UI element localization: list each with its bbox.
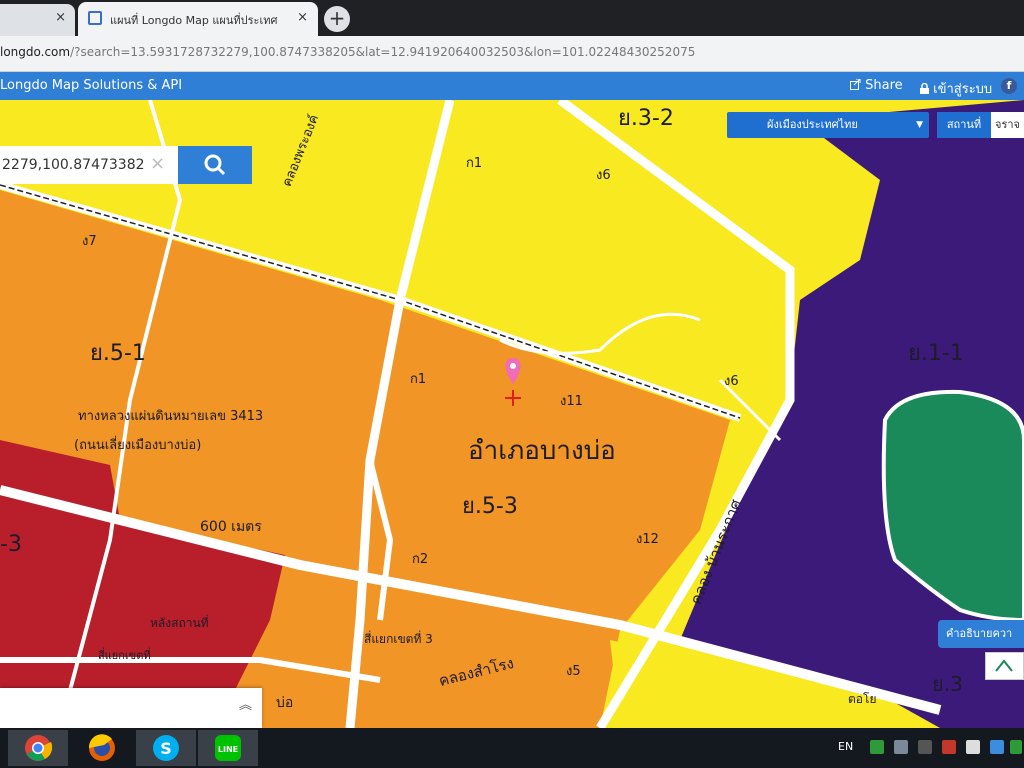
- layer-select-dropdown[interactable]: ผังเมืองประเทศไทย ▼: [727, 112, 929, 138]
- tray-network-icon[interactable]: [894, 740, 908, 754]
- layer-select-value: ผังเมืองประเทศไทย: [767, 118, 858, 131]
- skype-icon: S: [153, 735, 179, 761]
- browser-tab-active[interactable]: แผนที่ Longdo Map แผนที่ประเทศ ×: [78, 2, 318, 36]
- map-label-zone-y5-1: ย.5-1: [90, 341, 146, 366]
- search-icon: [204, 154, 226, 176]
- taskbar-line-button[interactable]: LINE: [198, 730, 258, 766]
- legend-button[interactable]: คำอธิบายควา: [938, 620, 1024, 648]
- map-label-junction-3: สี่แยกเขตที่ 3: [364, 632, 433, 646]
- site-header: Longdo Map Solutions & API Share เข้าสู่…: [0, 72, 1024, 100]
- tray-line-icon[interactable]: [870, 740, 884, 754]
- taskbar-firefox-button[interactable]: [72, 730, 132, 766]
- map-label-bottom-left: บ่อ: [276, 695, 294, 711]
- os-taskbar: S LINE EN: [0, 728, 1024, 768]
- map-marker-dot: [510, 363, 516, 369]
- tray-status-icon[interactable]: [1010, 740, 1022, 754]
- tray-camera-icon[interactable]: [942, 740, 956, 754]
- keyboard-language-indicator[interactable]: EN: [838, 740, 853, 753]
- bottom-panel[interactable]: ︽: [0, 688, 262, 728]
- taskbar-chrome-button[interactable]: [8, 730, 68, 766]
- map-label-district: อำเภอบางบ่อ: [468, 436, 616, 466]
- map-code-v12: ง12: [636, 532, 659, 547]
- map-label-intersection: สี่แยกเขตที่: [98, 649, 151, 662]
- map-code-v5: ง5: [566, 664, 581, 679]
- tray-notes-icon[interactable]: [966, 740, 980, 754]
- map-label-road-left-1: หลังสถานที่: [150, 616, 209, 630]
- map-label-road-desc-2: (ถนนเลี่ยงเมืองบางบ่อ): [74, 438, 202, 453]
- map-label-road-desc-1: ทางหลวงแผ่นดินหมายเลข 3413: [78, 409, 264, 424]
- lock-icon: [920, 82, 929, 94]
- chrome-icon: [25, 735, 53, 761]
- line-icon: LINE: [215, 735, 241, 761]
- map-code-v6: ง6: [596, 168, 611, 183]
- tab-close-icon[interactable]: ×: [55, 10, 66, 25]
- taskbar-skype-button[interactable]: S: [136, 730, 196, 766]
- map-code-v11: ง11: [560, 394, 583, 409]
- chevron-up-icon[interactable]: ︽: [239, 694, 252, 713]
- tray-mute-icon[interactable]: [918, 740, 932, 754]
- clear-search-icon[interactable]: ×: [150, 153, 165, 174]
- chevron-down-icon: ▼: [916, 120, 923, 130]
- map-canvas[interactable]: ย.3-2 ย.5-1 ย.5-3 ย.1-1 -3 ย.3 อำเภอบางบ…: [0, 100, 1024, 728]
- facebook-icon[interactable]: f: [1001, 78, 1017, 94]
- station-input[interactable]: จราจ: [991, 112, 1024, 138]
- share-button[interactable]: Share: [850, 78, 903, 93]
- login-label: เข้าสู่ระบบ: [933, 82, 993, 97]
- map-code-v7: ง7: [82, 234, 97, 249]
- tab-close-icon[interactable]: ×: [297, 10, 308, 25]
- tray-app-icon[interactable]: [990, 740, 1004, 754]
- firefox-icon: [88, 734, 115, 761]
- browser-tab-previous[interactable]: ×: [0, 4, 75, 36]
- url-path: /?search=13.5931728732279,100.8747338205…: [70, 45, 696, 59]
- site-brand-link[interactable]: Longdo Map Solutions & API: [0, 78, 182, 93]
- map-label-zone-y3-2: ย.3-2: [618, 106, 674, 131]
- svg-text:LINE: LINE: [218, 745, 238, 754]
- map-label-zone-y3-right: ย.3: [932, 672, 963, 696]
- longdo-favicon-icon: [88, 11, 102, 25]
- map-code-a1-mid: ก1: [410, 372, 427, 387]
- map-control-widget[interactable]: [985, 652, 1024, 680]
- new-tab-button[interactable]: +: [324, 6, 350, 32]
- expand-icon: [995, 659, 1013, 672]
- tab-title: แผนที่ Longdo Map แผนที่ประเทศ: [110, 14, 278, 27]
- url-text[interactable]: longdo.com/?search=13.5931728732279,100.…: [0, 45, 695, 59]
- svg-text:S: S: [160, 739, 172, 758]
- map-label-zone-y1-1: ย.1-1: [908, 341, 964, 366]
- map-label-zone-y5-3: ย.5-3: [462, 494, 518, 519]
- map-label-zone-left-3: -3: [0, 532, 22, 557]
- address-bar[interactable]: longdo.com/?search=13.5931728732279,100.…: [0, 36, 1024, 72]
- browser-tab-bar: × แผนที่ Longdo Map แผนที่ประเทศ × +: [0, 0, 1024, 36]
- map-code-a1-top: ก1: [466, 156, 483, 171]
- url-host: longdo.com: [0, 45, 71, 59]
- map-label-distance: 600 เมตร: [200, 519, 262, 535]
- login-button[interactable]: เข้าสู่ระบบ: [920, 78, 992, 99]
- search-box: ×: [0, 146, 252, 184]
- share-icon: [850, 78, 861, 90]
- search-button[interactable]: [178, 146, 252, 184]
- station-button[interactable]: สถานที่: [937, 112, 991, 138]
- share-label: Share: [865, 78, 903, 93]
- map-code-v6-right: ง6: [724, 374, 739, 389]
- map-code-a2: ก2: [412, 552, 429, 567]
- map-label-bottom-right: ตอโย: [848, 692, 877, 706]
